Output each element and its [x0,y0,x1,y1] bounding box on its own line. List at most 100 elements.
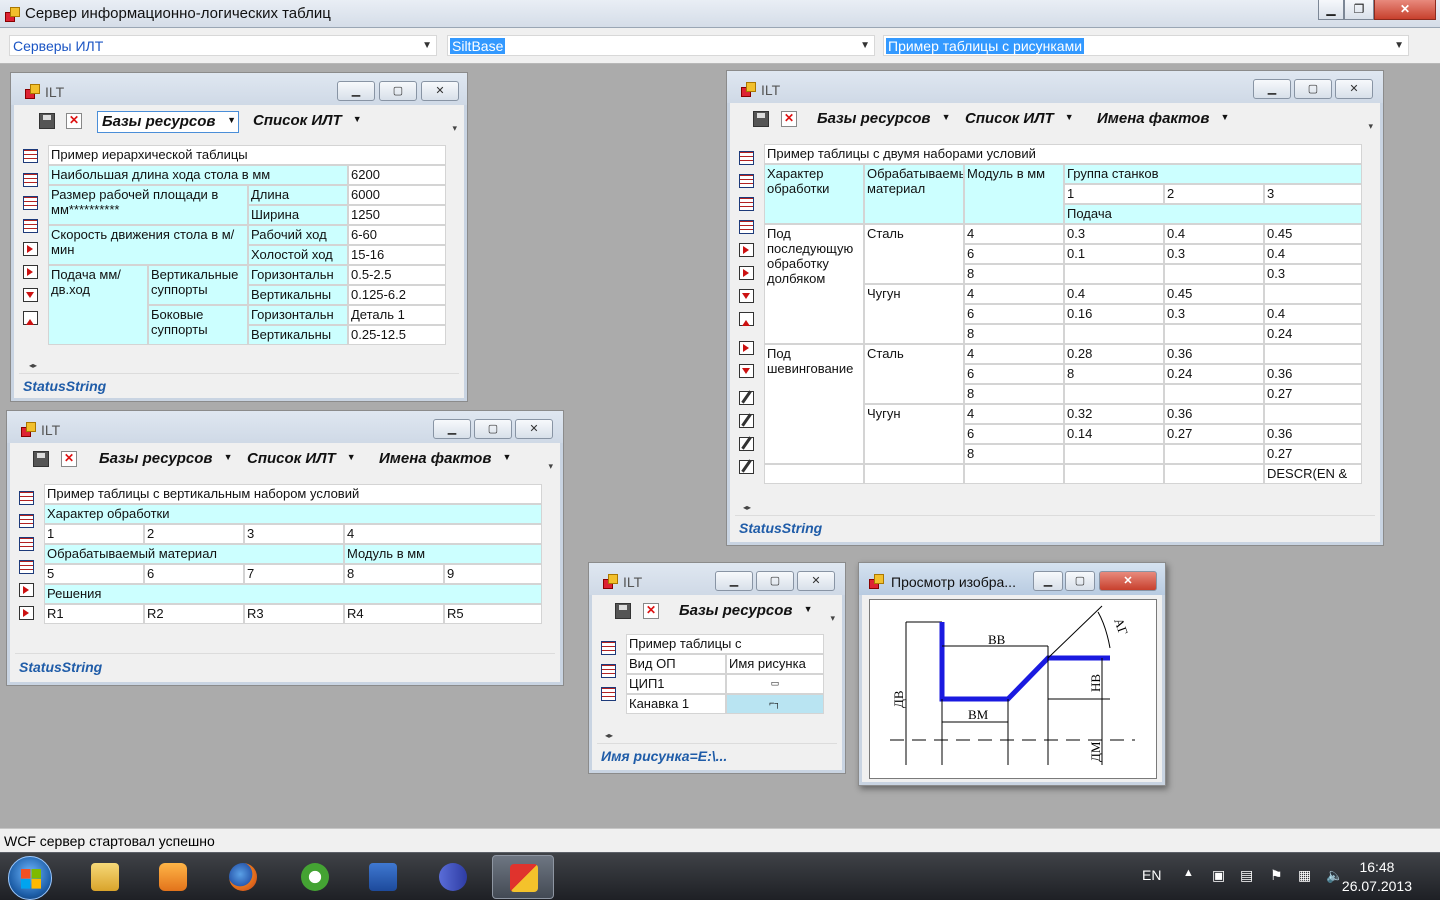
table-cell[interactable]: 8 [964,444,1064,464]
delete-icon[interactable]: ✕ [643,603,659,619]
nav-first-icon[interactable] [739,243,754,257]
nav-up-icon[interactable] [739,312,754,326]
taskbar-utorrent[interactable] [284,855,346,899]
network-icon[interactable]: ▣ [1212,867,1225,884]
table-cell[interactable]: Характер обработки [44,504,542,524]
table-cell[interactable]: 0.32 [1064,404,1164,424]
table-cell[interactable]: 0.14 [1064,424,1164,444]
table-cell[interactable]: 0.1 [1064,244,1164,264]
table-title-cell[interactable]: Пример таблицы с двумя наборами условий [764,144,1362,164]
table-cell[interactable] [1164,464,1264,484]
tray-clock[interactable]: 16:48 26.07.2013 [1342,858,1412,896]
tray-expand-icon[interactable]: ▲ [1183,867,1194,879]
close-button[interactable]: ✕ [797,571,835,591]
table-cell[interactable]: 6 [964,304,1064,324]
table-cell[interactable]: 0.4 [1264,304,1362,324]
table-columns-icon[interactable] [739,220,754,234]
toolbar-overflow-icon[interactable]: ▾ [830,613,835,624]
table-cell[interactable]: Характер обработки [764,164,864,224]
table-cell[interactable]: 0.4 [1264,244,1362,264]
table-cell[interactable]: 1250 [348,205,446,225]
ilt-list-dropdown[interactable]: Список ИЛТ ▼ [249,111,362,133]
table-cell[interactable]: Холостой ход [248,245,348,265]
table-cell[interactable]: ЦИП1 [626,674,726,694]
table-cell[interactable]: Модуль в мм [964,164,1064,224]
edit-list-icon[interactable] [739,437,754,451]
toolbar-overflow-icon[interactable]: ▾ [548,461,553,472]
table-cell[interactable]: 0.3 [1264,264,1362,284]
table-cell[interactable] [1064,264,1164,284]
table-cell[interactable]: 15-16 [348,245,446,265]
table-cell[interactable]: 2 [1164,184,1264,204]
table-cell[interactable]: 6000 [348,185,446,205]
minimize-button[interactable]: ▁ [337,81,375,101]
table-cell[interactable]: 7 [244,564,344,584]
table-cell[interactable] [1064,324,1164,344]
table-cell[interactable] [1264,404,1362,424]
table-cell[interactable]: Чугун [864,404,964,464]
table-cell[interactable]: 2 [144,524,244,544]
minimize-button[interactable]: ▁ [1253,79,1291,99]
table-cell[interactable]: 0.36 [1164,344,1264,364]
table-cell[interactable]: Деталь 1 [348,305,446,325]
table-title-cell[interactable]: Пример таблицы с [626,634,824,654]
table-cell[interactable]: Имя рисунка [726,654,824,674]
table-cell[interactable] [1164,264,1264,284]
table-cell[interactable]: 6200 [348,165,446,185]
table-title-cell[interactable]: Пример таблицы с вертикальным набором ус… [44,484,542,504]
table-search-icon[interactable] [601,664,616,678]
close-button[interactable]: ✕ [421,81,459,101]
table-cell[interactable]: 0.24 [1264,324,1362,344]
maximize-button[interactable]: ▢ [1294,79,1332,99]
table-cell[interactable]: R1 [44,604,144,624]
resources-dropdown[interactable]: Базы ресурсов ▼ [97,111,239,133]
table-cell[interactable]: Горизонтальн [248,265,348,285]
table-cell[interactable]: 4 [964,404,1064,424]
table-cell[interactable]: Вертикальны [248,325,348,345]
nav-first-icon[interactable] [19,583,34,597]
nav-last-icon[interactable] [739,341,754,355]
table-cell[interactable]: Вертикальные суппорты [148,265,248,305]
nav-next-icon[interactable] [19,606,34,620]
maximize-button[interactable]: ▢ [1065,571,1095,591]
minimize-button[interactable]: ▁ [1033,571,1063,591]
table-cell[interactable]: 8 [1064,364,1164,384]
table-cell[interactable]: DESCR(EN & [1264,464,1362,484]
image-thumbnail-cell[interactable]: ▭ [726,674,824,694]
ilt-list-dropdown[interactable]: Список ИЛТ ▼ [961,109,1074,131]
table-cell[interactable]: 9 [444,564,542,584]
volume-icon[interactable]: 🔈 [1326,867,1343,884]
resources-dropdown[interactable]: Базы ресурсов ▼ [675,601,813,623]
nav-first-icon[interactable] [23,242,38,256]
taskbar-infinity-app[interactable] [422,855,484,899]
horizontal-scroll-arrow[interactable]: ◂▸ [743,503,751,513]
maximize-button[interactable]: ❐ [1344,0,1374,20]
table-cell[interactable] [1264,344,1362,364]
table-cell[interactable]: Под шевингование [764,344,864,464]
table-cell[interactable]: Обрабатываемый материал [44,544,344,564]
table-cell[interactable]: 0.36 [1264,424,1362,444]
table-cell[interactable]: 8 [964,264,1064,284]
table-cell[interactable]: 0.125-6.2 [348,285,446,305]
start-button[interactable] [8,856,52,900]
base-combo[interactable]: SiltBase ▼ [447,35,875,56]
resources-dropdown[interactable]: Базы ресурсов ▼ [95,449,233,471]
table-cell[interactable]: 0.4 [1064,284,1164,304]
servers-combo[interactable]: Серверы ИЛТ ▼ [9,35,437,56]
table-cell[interactable]: 6 [144,564,244,584]
table-icon[interactable] [739,151,754,165]
language-indicator[interactable]: EN [1142,867,1161,883]
close-button[interactable]: ✕ [1374,0,1436,20]
minimize-button[interactable]: ▁ [433,419,471,439]
table-cell[interactable] [764,464,864,484]
save-icon[interactable] [753,111,769,127]
table-cell[interactable]: 0.3 [1164,244,1264,264]
display-icon[interactable]: ▦ [1298,867,1311,884]
nav-up-icon[interactable] [23,311,38,325]
table-cell[interactable]: 0.45 [1164,284,1264,304]
table-cell[interactable]: Обрабатываемый материал [864,164,964,224]
resources-dropdown[interactable]: Базы ресурсов ▼ [813,109,951,131]
table-search-icon[interactable] [23,173,38,187]
table-cell[interactable]: 1 [44,524,144,544]
table-cell[interactable]: Под последующую обработку долбяком [764,224,864,344]
